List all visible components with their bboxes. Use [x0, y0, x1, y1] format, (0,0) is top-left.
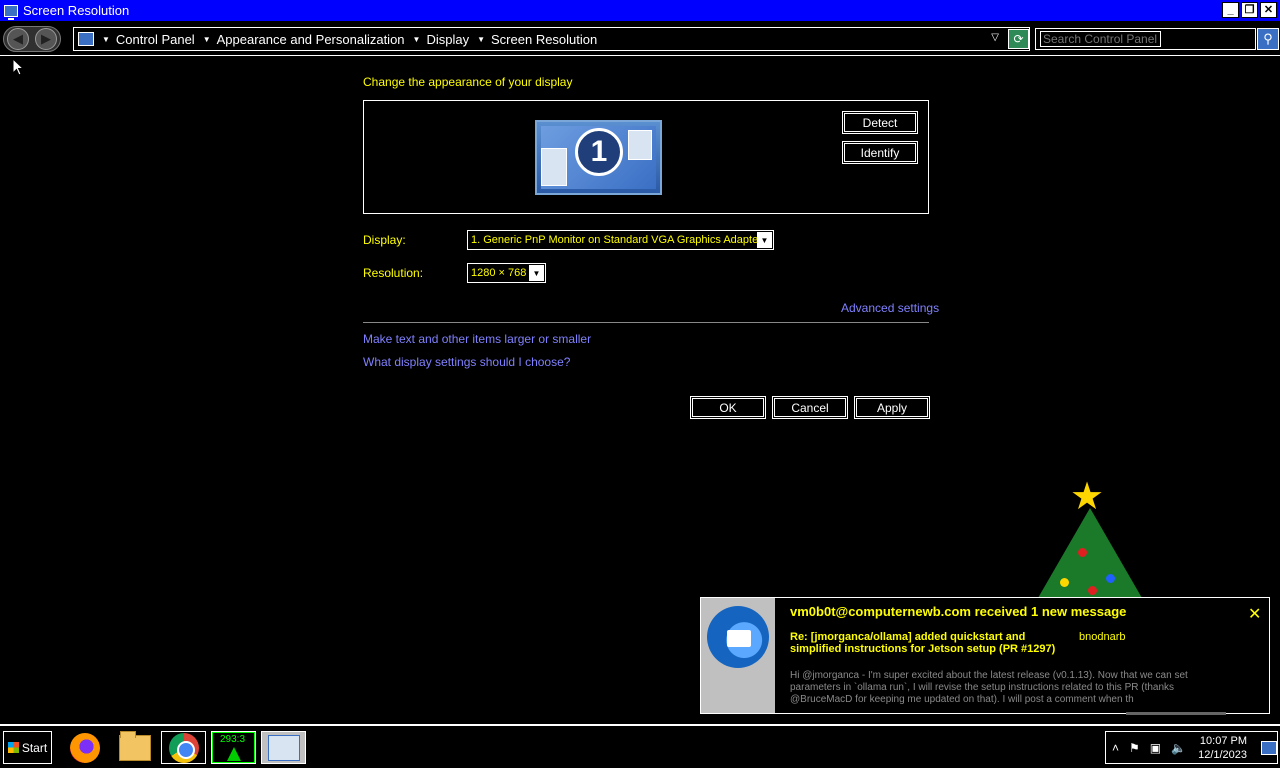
apply-button[interactable]: Apply [854, 396, 930, 419]
advanced-settings-link[interactable]: Advanced settings [841, 301, 939, 315]
mail-notification[interactable]: vm0b0t@computernewb.com received 1 new m… [700, 597, 1270, 715]
dropdown-arrow-icon[interactable]: ▼ [757, 232, 772, 248]
tree-body [1038, 508, 1142, 598]
divider [363, 322, 929, 323]
ok-button[interactable]: OK [690, 396, 766, 419]
chevron-right-icon[interactable]: ▼ [203, 35, 211, 44]
minimize-button[interactable]: _ [1222, 2, 1239, 18]
title-bar: Screen Resolution _ ❐ ✕ [0, 0, 1280, 21]
control-panel-icon [78, 32, 94, 46]
forward-button[interactable]: ▶ [35, 28, 57, 50]
notification-subject[interactable]: Re: [jmorganca/ollama] added quickstart … [790, 631, 1060, 655]
dropdown-arrow-icon[interactable]: ▼ [529, 265, 544, 281]
volume-icon[interactable]: 🔈 [1171, 741, 1186, 755]
restore-button[interactable]: ❐ [1241, 2, 1258, 18]
chrome-icon [168, 732, 199, 763]
clock[interactable]: 10:07 PM 12/1/2023 [1198, 734, 1247, 762]
text-size-link[interactable]: Make text and other items larger or smal… [363, 332, 591, 346]
monitor-number: 1 [575, 128, 623, 176]
ornament [1088, 586, 1097, 595]
display-select[interactable]: 1. Generic PnP Monitor on Standard VGA G… [467, 230, 774, 250]
refresh-icon[interactable]: ⟳ [1008, 29, 1029, 49]
notification-header: vm0b0t@computernewb.com received 1 new m… [790, 604, 1127, 619]
star-icon: ★ [1070, 476, 1105, 518]
performance-text: 293:3 [220, 734, 246, 745]
show-hidden-icons-icon[interactable]: ˄ [1112, 741, 1119, 755]
chevron-right-icon[interactable]: ▼ [413, 35, 421, 44]
taskbar-performance-monitor[interactable]: 293:3 [211, 731, 256, 764]
breadcrumb-screen-resolution[interactable]: Screen Resolution [491, 32, 597, 47]
christmas-tree-gadget: ★ [1030, 478, 1150, 598]
breadcrumb-appearance[interactable]: Appearance and Personalization [217, 32, 405, 47]
search-icon[interactable]: ⚲ [1257, 28, 1279, 50]
resolution-select-value: 1280 × 768 [471, 267, 527, 279]
thunderbird-icon [707, 606, 769, 668]
clock-time: 10:07 PM [1199, 734, 1248, 747]
control-panel-icon [267, 734, 300, 761]
nav-buttons: ◀ ▶ [3, 26, 61, 52]
taskbar: Start 293:3 ˄ ⚑ ▣ 🔈 10:07 PM 12/1/2023 [0, 724, 1280, 768]
search-box[interactable] [1035, 28, 1256, 50]
ornament [1106, 574, 1115, 583]
chevron-down-icon[interactable]: ▽ [991, 32, 999, 43]
resolution-select[interactable]: 1280 × 768 ▼ [467, 263, 546, 283]
show-desktop-icon[interactable] [1261, 740, 1278, 755]
search-input[interactable] [1040, 31, 1161, 47]
start-button[interactable]: Start [3, 731, 52, 764]
display-label: Display: [363, 233, 406, 247]
display-help-link[interactable]: What display settings should I choose? [363, 355, 570, 369]
notification-preview: Hi @jmorganca - I'm super excited about … [790, 670, 1188, 705]
window-title: Screen Resolution [23, 3, 130, 18]
taskbar-firefox[interactable] [62, 731, 107, 764]
window-controls: _ ❐ ✕ [1222, 2, 1277, 18]
detect-button[interactable]: Detect [842, 111, 918, 134]
firefox-icon [69, 732, 100, 763]
notification-scrollbar[interactable] [1126, 712, 1226, 715]
display-select-value: 1. Generic PnP Monitor on Standard VGA G… [471, 234, 757, 246]
notification-sender: bnodnarb [1079, 631, 1126, 643]
ornament [1060, 578, 1069, 587]
window-thumbnail-left [541, 148, 567, 186]
taskbar-control-panel[interactable] [261, 731, 306, 764]
close-icon[interactable]: ✕ [1248, 604, 1261, 624]
cancel-button[interactable]: Cancel [772, 396, 848, 419]
window-thumbnail-right [628, 130, 652, 160]
close-button[interactable]: ✕ [1260, 2, 1277, 18]
mouse-cursor-icon [12, 58, 24, 76]
breadcrumb-display[interactable]: Display [426, 32, 469, 47]
action-center-flag-icon[interactable]: ⚑ [1129, 741, 1140, 755]
windows-logo-icon [7, 742, 19, 753]
breadcrumb-control-panel[interactable]: Control Panel [116, 32, 195, 47]
system-tray: ˄ ⚑ ▣ 🔈 10:07 PM 12/1/2023 [1105, 731, 1278, 764]
notification-icon-panel [701, 598, 775, 713]
clock-date: 12/1/2023 [1198, 748, 1248, 761]
ornament [1078, 548, 1087, 557]
performance-icon: 293:3 [212, 732, 255, 763]
taskbar-explorer[interactable] [112, 730, 157, 764]
monitor-1-icon[interactable]: 1 [535, 120, 662, 195]
taskbar-chrome[interactable] [161, 731, 206, 764]
identify-button[interactable]: Identify [842, 141, 918, 164]
display-preview-panel: 1 Detect Identify [363, 100, 929, 214]
resolution-label: Resolution: [363, 266, 424, 280]
back-button[interactable]: ◀ [7, 28, 29, 50]
breadcrumb[interactable]: ▼ Control Panel ▼ Appearance and Persona… [73, 27, 1030, 51]
chevron-right-icon[interactable]: ▼ [477, 35, 485, 44]
envelope-icon [727, 630, 751, 647]
chevron-right-icon[interactable]: ▼ [102, 35, 110, 44]
page-title: Change the appearance of your display [363, 75, 573, 89]
tree-icon [227, 747, 241, 761]
network-icon[interactable]: ▣ [1150, 741, 1161, 755]
monitor-icon [4, 4, 18, 20]
start-label: Start [21, 740, 48, 755]
folder-icon [118, 730, 151, 761]
